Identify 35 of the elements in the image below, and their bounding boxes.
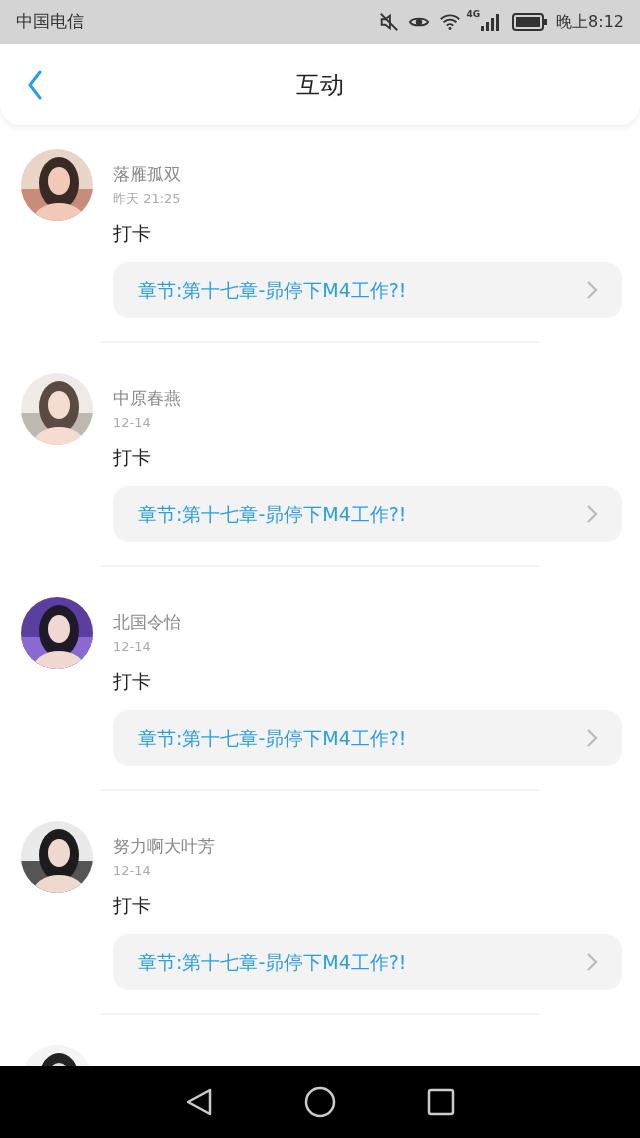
- chapter-title: 章节:第十七章-昴停下M4工作?!: [138, 725, 408, 751]
- chapter-title: 章节:第十七章-昴停下M4工作?!: [138, 277, 408, 303]
- page-title: 互动: [296, 69, 344, 101]
- carrier-name: 中国电信: [16, 10, 84, 34]
- chapter-title: 章节:第十七章-昴停下M4工作?!: [138, 949, 408, 975]
- user-name: 中原春燕: [113, 387, 182, 409]
- back-icon: [27, 69, 43, 100]
- post-content: 打卡: [113, 893, 152, 918]
- post-content: 打卡: [113, 669, 152, 694]
- chapter-link[interactable]: 章节:第十七章-昴停下M4工作?!: [113, 262, 622, 318]
- post-time: 12-14: [113, 862, 152, 880]
- chapter-link[interactable]: 章节:第十七章-昴停下M4工作?!: [113, 710, 622, 766]
- post-content: 打卡: [113, 221, 152, 246]
- user-name: 努力啊大叶芳: [113, 835, 216, 857]
- clock-time: 晚上8:12: [556, 11, 624, 33]
- battery-icon: [512, 13, 549, 31]
- mute-icon: [378, 11, 401, 33]
- user-name: 落雁孤双: [113, 163, 182, 185]
- chevron-right-icon: [586, 504, 598, 524]
- home-circle-icon[interactable]: [304, 1086, 336, 1118]
- back-triangle-icon[interactable]: [185, 1087, 214, 1117]
- post-time: 12-14: [113, 414, 152, 432]
- recents-square-icon[interactable]: [426, 1088, 455, 1116]
- network-type: 4G: [466, 8, 481, 21]
- post-content: 打卡: [113, 445, 152, 470]
- chevron-right-icon: [586, 728, 598, 748]
- chevron-right-icon: [586, 952, 598, 972]
- post-time: 12-14: [113, 638, 152, 656]
- user-name: 北国令怡: [113, 611, 182, 633]
- chapter-link[interactable]: 章节:第十七章-昴停下M4工作?!: [113, 934, 622, 990]
- signal-icon: [480, 12, 501, 32]
- chevron-right-icon: [586, 280, 598, 300]
- post-time: 昨天 21:25: [113, 190, 182, 208]
- chapter-link[interactable]: 章节:第十七章-昴停下M4工作?!: [113, 486, 622, 542]
- chapter-title: 章节:第十七章-昴停下M4工作?!: [138, 501, 408, 527]
